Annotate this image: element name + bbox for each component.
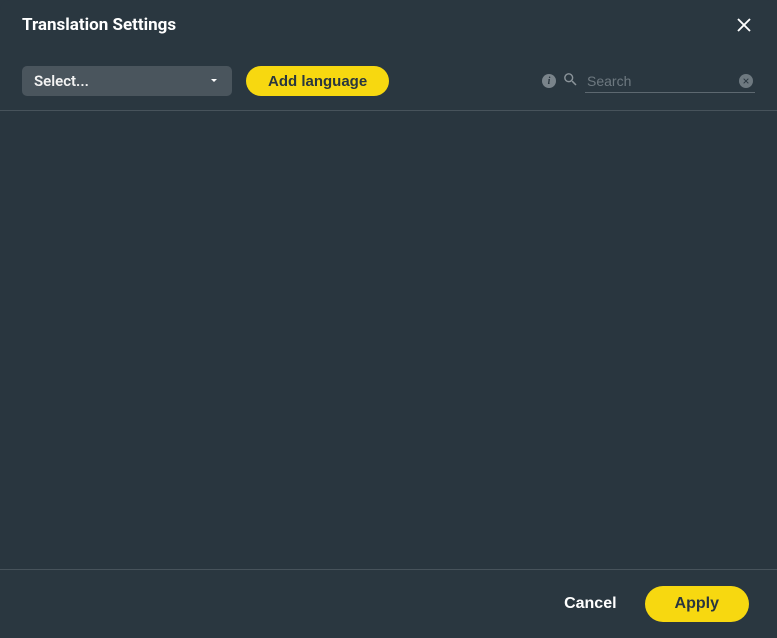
close-button[interactable]	[733, 14, 755, 36]
language-select[interactable]: Select...	[22, 66, 232, 96]
clear-search-button[interactable]	[739, 74, 753, 88]
dialog-header: Translation Settings	[0, 0, 777, 54]
info-icon[interactable]: i	[542, 74, 556, 88]
content-area	[0, 111, 777, 569]
add-language-button[interactable]: Add language	[246, 66, 389, 96]
translation-settings-dialog: Translation Settings Select... Add langu…	[0, 0, 777, 638]
search-icon	[562, 71, 579, 92]
clear-icon	[742, 77, 750, 85]
apply-button[interactable]: Apply	[645, 586, 749, 622]
search-input[interactable]	[585, 69, 755, 93]
toolbar: Select... Add language i	[0, 54, 777, 111]
chevron-down-icon	[208, 72, 220, 91]
search-input-wrap	[585, 69, 755, 93]
cancel-button[interactable]: Cancel	[564, 595, 616, 613]
select-placeholder: Select...	[34, 72, 89, 90]
search-area: i	[542, 69, 755, 93]
dialog-footer: Cancel Apply	[0, 569, 777, 638]
close-icon	[735, 16, 753, 34]
dialog-title: Translation Settings	[22, 15, 176, 35]
